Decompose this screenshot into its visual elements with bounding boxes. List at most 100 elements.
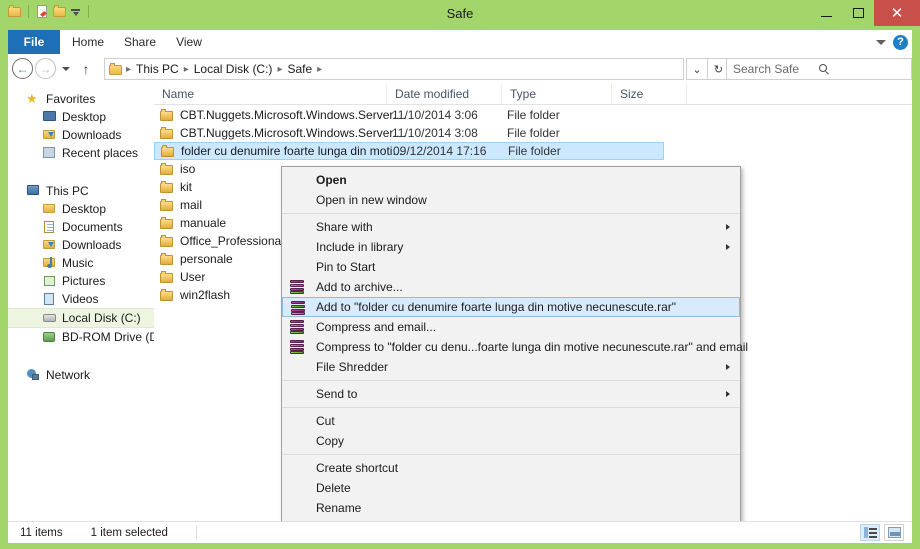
sidebar-item-videos[interactable]: Videos [8, 290, 154, 308]
sidebar-label-pc-desktop: Desktop [62, 202, 107, 216]
close-button[interactable]: ✕ [874, 0, 920, 26]
sidebar-item-bd-rom-drive[interactable]: BD-ROM Drive (D:) H [8, 328, 154, 346]
menu-item-rename[interactable]: Rename [282, 498, 740, 518]
tab-share[interactable]: Share [116, 30, 164, 54]
menu-item-file-shredder[interactable]: File Shredder [282, 357, 740, 377]
tab-file[interactable]: File [8, 30, 60, 54]
folder-icon [160, 126, 174, 140]
sidebar-item-recent-places[interactable]: Recent places [8, 144, 154, 162]
file-type-cell: File folder [507, 126, 560, 140]
sidebar-group-this-pc[interactable]: This PC [8, 182, 154, 200]
minimize-button[interactable] [810, 0, 842, 26]
breadcrumb-this-pc[interactable]: This PC [133, 62, 182, 76]
qat-divider [28, 5, 29, 18]
large-icons-view-button[interactable] [884, 524, 904, 541]
network-icon [26, 368, 41, 382]
breadcrumb[interactable]: ▸ This PC ▸ Local Disk (C:) ▸ Safe ▸ [104, 58, 684, 80]
sidebar-item-desktop[interactable]: Desktop [8, 108, 154, 126]
sidebar-item-music[interactable]: Music [8, 254, 154, 272]
tab-home[interactable]: Home [64, 30, 112, 54]
forward-button[interactable]: → [35, 58, 56, 79]
desktop-folder-icon [42, 202, 57, 216]
sidebar-label-network: Network [46, 368, 91, 382]
folder-icon[interactable] [8, 5, 21, 18]
column-header-date-modified[interactable]: Date modified [386, 84, 501, 104]
minimize-icon [820, 16, 832, 17]
table-row[interactable]: CBT.Nuggets.Microsoft.Windows.Server....… [154, 124, 912, 142]
sidebar-item-documents[interactable]: Documents [8, 218, 154, 236]
column-header-type[interactable]: Type [501, 84, 611, 104]
menu-item-send-to[interactable]: Send to [282, 384, 740, 404]
sidebar-item-local-disk-c[interactable]: Local Disk (C:) [8, 308, 154, 328]
sidebar-label-downloads: Downloads [62, 128, 122, 142]
sidebar-item-downloads[interactable]: Downloads [8, 126, 154, 144]
window-controls: ✕ [810, 0, 920, 26]
help-icon[interactable]: ? [893, 34, 908, 50]
tab-view[interactable]: View [166, 30, 212, 54]
file-name-cell: manuale [160, 216, 226, 230]
folder-icon [161, 144, 175, 158]
this-pc-icon [26, 184, 41, 198]
customize-caret-icon[interactable] [70, 6, 81, 17]
menu-item-create-shortcut[interactable]: Create shortcut [282, 458, 740, 478]
submenu-arrow-icon [726, 391, 730, 397]
menu-item-add-to-archive[interactable]: Add to archive... [282, 277, 740, 297]
content-area: ★ Favorites Desktop Downloads Recent pla… [8, 84, 912, 521]
sidebar-group-network[interactable]: Network [8, 366, 154, 384]
winrar-icon [290, 320, 304, 334]
properties-icon[interactable] [36, 5, 49, 18]
file-name-cell: mail [160, 198, 202, 212]
navigation-pane: ★ Favorites Desktop Downloads Recent pla… [8, 84, 154, 521]
recent-locations-caret-icon [62, 66, 70, 71]
menu-item-add-to-named-archive[interactable]: Add to "folder cu denumire foarte lunga … [282, 297, 740, 317]
sidebar-item-pc-desktop[interactable]: Desktop [8, 200, 154, 218]
recent-locations-button[interactable] [58, 58, 74, 79]
column-header-extra[interactable] [686, 84, 912, 104]
folder-icon [160, 216, 174, 230]
chevron-down-icon[interactable] [876, 39, 886, 45]
menu-item-open-in-new-window[interactable]: Open in new window [282, 190, 740, 210]
back-button[interactable]: ← [12, 58, 33, 79]
menu-separator [282, 407, 740, 408]
downloads-folder-icon-2 [42, 238, 57, 252]
breadcrumb-folder-icon [109, 62, 122, 76]
menu-item-copy[interactable]: Copy [282, 431, 740, 451]
menu-separator [282, 213, 740, 214]
menu-item-delete[interactable]: Delete [282, 478, 740, 498]
file-date-cell: 09/12/2014 17:16 [393, 144, 487, 158]
winrar-icon [290, 340, 304, 354]
menu-item-cut[interactable]: Cut [282, 411, 740, 431]
optical-drive-icon [42, 330, 57, 344]
up-button[interactable]: ↑ [76, 58, 96, 79]
column-header-name[interactable]: Name [154, 84, 386, 104]
maximize-button[interactable] [842, 0, 874, 26]
menu-item-include-in-library[interactable]: Include in library [282, 237, 740, 257]
file-name-cell: User [160, 270, 205, 284]
menu-item-compress-to-and-email[interactable]: Compress to "folder cu denu...foarte lun… [282, 337, 748, 357]
previous-locations-button[interactable]: ⌄ [686, 58, 708, 80]
breadcrumb-local-disk[interactable]: Local Disk (C:) [191, 62, 276, 76]
sidebar-label-bd-rom-drive: BD-ROM Drive (D:) H [62, 330, 154, 344]
table-row-selected[interactable]: folder cu denumire foarte lunga din moti… [154, 142, 664, 160]
star-icon: ★ [26, 91, 38, 106]
file-date-cell: 11/10/2014 3:08 [392, 126, 478, 140]
window-title: Safe [446, 6, 474, 21]
ribbon-right-controls: ? [876, 30, 908, 54]
details-view-button[interactable] [860, 524, 880, 541]
table-row[interactable]: CBT.Nuggets.Microsoft.Windows.Server....… [154, 106, 912, 124]
breadcrumb-safe[interactable]: Safe [284, 62, 315, 76]
search-input[interactable]: Search Safe [726, 58, 912, 80]
music-folder-icon [42, 256, 57, 270]
breadcrumb-separator-3: ▸ [317, 63, 323, 75]
sidebar-group-favorites[interactable]: ★ Favorites [8, 90, 154, 108]
column-header-size[interactable]: Size [611, 84, 686, 104]
sidebar-item-pc-downloads[interactable]: Downloads [8, 236, 154, 254]
sidebar-item-pictures[interactable]: Pictures [8, 272, 154, 290]
new-folder-icon[interactable] [53, 5, 66, 18]
menu-item-pin-to-start[interactable]: Pin to Start [282, 257, 740, 277]
menu-item-compress-and-email[interactable]: Compress and email... [282, 317, 740, 337]
folder-icon [160, 180, 174, 194]
downloads-folder-icon [42, 128, 57, 142]
menu-item-open[interactable]: Open [282, 170, 740, 190]
menu-item-share-with[interactable]: Share with [282, 217, 740, 237]
